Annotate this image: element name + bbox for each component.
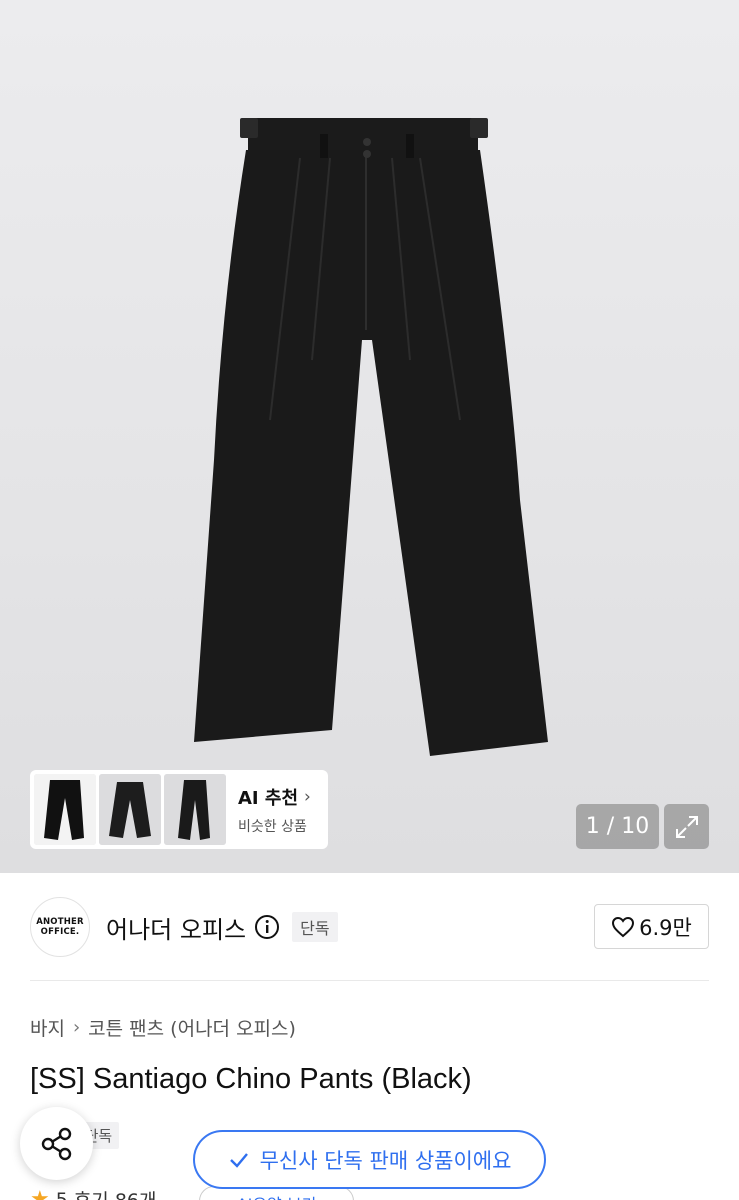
- info-icon[interactable]: [254, 914, 280, 940]
- divider: [30, 980, 709, 981]
- expand-icon: [675, 815, 698, 838]
- like-button[interactable]: 6.9만: [594, 904, 709, 949]
- ai-recommend-subtitle: 비슷한 상품: [238, 818, 307, 835]
- expand-image-button[interactable]: [664, 804, 709, 849]
- product-image-gallery[interactable]: AI 추천 › 비슷한 상품 1 / 10: [0, 0, 739, 873]
- review-count[interactable]: 후기 86개: [74, 1186, 157, 1200]
- product-title: [SS] Santiago Chino Pants (Black): [30, 1063, 472, 1095]
- chevron-right-icon: ›: [72, 1017, 81, 1038]
- share-icon: [41, 1127, 71, 1160]
- exclusive-notice-text: 무신사 단독 판매 상품이에요: [259, 1148, 512, 1173]
- star-icon: ★: [30, 1187, 50, 1200]
- like-count: 6.9만: [639, 915, 692, 940]
- breadcrumb: 바지 › 코튼 팬츠 (어나더 오피스): [30, 1014, 296, 1041]
- breadcrumb-category[interactable]: 바지: [30, 1014, 65, 1041]
- product-image: [194, 118, 548, 756]
- brand-name[interactable]: 어나더 오피스: [106, 910, 246, 945]
- breadcrumb-subcategory[interactable]: 코튼 팬츠 (어나더 오피스): [88, 1014, 296, 1041]
- share-button[interactable]: [20, 1107, 93, 1180]
- heart-icon: [612, 916, 635, 937]
- similar-product-thumbnail[interactable]: [34, 774, 96, 845]
- exclusive-badge: 단독: [292, 912, 338, 942]
- similar-product-thumbnail[interactable]: [164, 774, 226, 845]
- ai-recommend-title[interactable]: AI 추천 ›: [238, 784, 311, 810]
- exclusive-notice-pill[interactable]: 무신사 단독 판매 상품이에요: [193, 1130, 546, 1189]
- image-page-counter: 1 / 10: [576, 804, 659, 849]
- check-icon: [229, 1152, 248, 1168]
- brand-logo[interactable]: ANOTHER OFFICE.: [30, 897, 90, 957]
- chevron-right-icon: ›: [304, 786, 311, 807]
- ai-recommend-card[interactable]: AI 추천 › 비슷한 상품: [30, 770, 328, 849]
- rating-score: 5: [55, 1188, 68, 1200]
- rating-row[interactable]: ★ 5 후기 86개: [30, 1186, 157, 1200]
- similar-product-thumbnail[interactable]: [99, 774, 161, 845]
- brand-row: ANOTHER OFFICE. 어나더 오피스 단독 6.9만: [30, 896, 709, 958]
